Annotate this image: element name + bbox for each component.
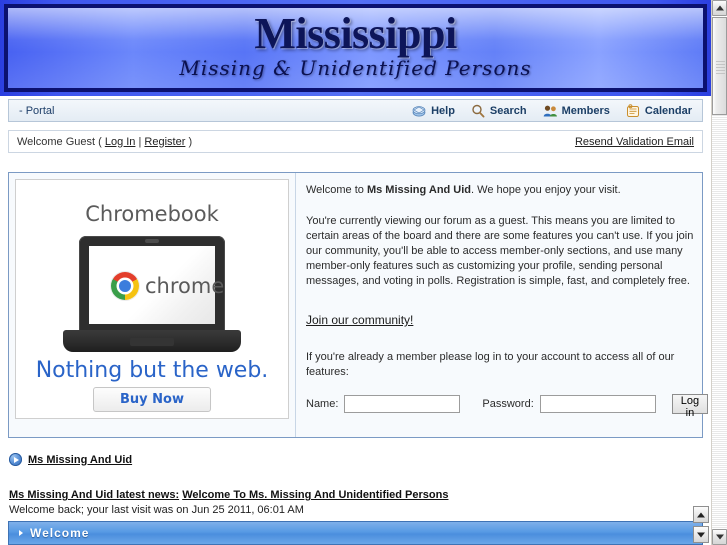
join-community-link[interactable]: Join our community! [306,313,413,328]
scrollbar-grip [716,60,725,74]
category-header-welcome[interactable]: Welcome [8,521,703,545]
nav-item-label: Members [561,104,610,117]
laptop-screen: chrome [89,246,224,324]
greeting-prefix: Welcome Guest ( [17,135,102,148]
guest-text-cell: Welcome to Ms Missing And Uid. We hope y… [296,173,711,437]
member-paragraph: If you're already a member please log in… [306,351,675,378]
welcome-sentence: Welcome to Ms Missing And Uid. We hope y… [306,183,708,198]
advert-brand-word: chrome [145,274,225,298]
password-label: Password: [482,397,534,410]
webcam-icon [145,239,159,243]
breadcrumb: Ms Missing And Uid [9,453,132,466]
inner-scrollbar[interactable] [693,506,710,545]
password-input[interactable] [539,395,656,413]
resend-validation-email-link[interactable]: Resend Validation Email [575,136,694,148]
laptop-illustration: chrome [63,236,241,352]
top-navigation-bar: - Portal Help Search Members Calendar [8,99,703,122]
welcome-suffix: . We hope you enjoy your visit. [471,184,621,196]
search-icon [471,104,486,118]
guest-greeting: Welcome Guest ( Log In | Register ) [17,136,192,148]
nav-item-members[interactable]: Members [543,104,610,118]
latest-news-label: Ms Missing And Uid latest news: [9,489,180,501]
nav-portal-link[interactable]: - Portal [19,105,54,117]
banner-title: Mississippi [254,9,457,58]
chrome-logo-icon [111,272,139,300]
guest-welcome-strip: Welcome Guest ( Log In | Register ) Rese… [8,130,703,153]
login-link[interactable]: Log In [105,136,136,148]
nav-item-label: Calendar [644,104,692,117]
site-banner: Mississippi Missing & Unidentified Perso… [0,0,711,96]
nav-item-help[interactable]: Help [412,104,455,118]
scroll-up-button[interactable] [712,0,727,16]
name-input[interactable] [344,395,461,413]
nav-item-label: Help [431,104,455,117]
calendar-icon [626,103,641,118]
category-title: Welcome [30,526,90,540]
chevron-right-icon [19,530,23,536]
chromebook-advert[interactable]: Chromebook chrome Nothing but the web. B… [15,179,289,419]
browser-scrollbar[interactable] [711,0,727,545]
nav-item-label: Search [489,104,527,117]
help-icon [412,104,427,118]
greeting-separator: | [138,135,142,148]
nav-item-calendar[interactable]: Calendar [626,103,692,118]
banner-inner: Mississippi Missing & Unidentified Perso… [4,4,707,92]
forum-arrow-icon [9,453,22,466]
name-label: Name: [306,397,339,410]
breadcrumb-root-link[interactable]: Ms Missing And Uid [28,454,132,466]
latest-news-line: Ms Missing And Uid latest news: Welcome … [9,489,448,501]
scrollbar-thumb[interactable] [712,17,727,115]
advert-title: Chromebook [85,202,219,226]
advert-tagline: Nothing but the web. [35,358,269,383]
last-visit-text: Welcome back; your last visit was on Jun… [9,504,304,516]
page-root: Mississippi Missing & Unidentified Perso… [0,0,727,545]
members-icon [543,104,558,118]
guest-paragraph: You're currently viewing our forum as a … [306,215,694,287]
log-in-button[interactable]: Log in [671,394,709,419]
nav-right-group: Help Search Members Calendar [412,103,692,118]
laptop-base [63,330,241,352]
laptop-trackpad [130,338,174,346]
latest-news-link[interactable]: Welcome To Ms. Missing And Unidentified … [182,489,448,501]
inner-scroll-down-button[interactable] [693,526,709,543]
register-link[interactable]: Register [144,136,185,148]
nav-item-search[interactable]: Search [471,104,527,118]
guest-info-panel: Chromebook chrome Nothing but the web. B… [8,172,709,438]
inner-scroll-up-button[interactable] [693,506,709,523]
laptop-lid: chrome [79,236,225,332]
buy-now-button[interactable]: Buy Now [93,387,211,412]
advert-cell: Chromebook chrome Nothing but the web. B… [9,173,296,437]
inline-login-form: Name: Password: Log in [306,394,709,419]
browser-viewport: Mississippi Missing & Unidentified Perso… [0,0,711,545]
site-name: Ms Missing And Uid [366,184,472,196]
greeting-suffix: ) [188,135,193,148]
banner-subtitle: Missing & Unidentified Persons [179,56,532,80]
scroll-down-button[interactable] [712,529,727,545]
welcome-prefix: Welcome to [306,184,367,196]
